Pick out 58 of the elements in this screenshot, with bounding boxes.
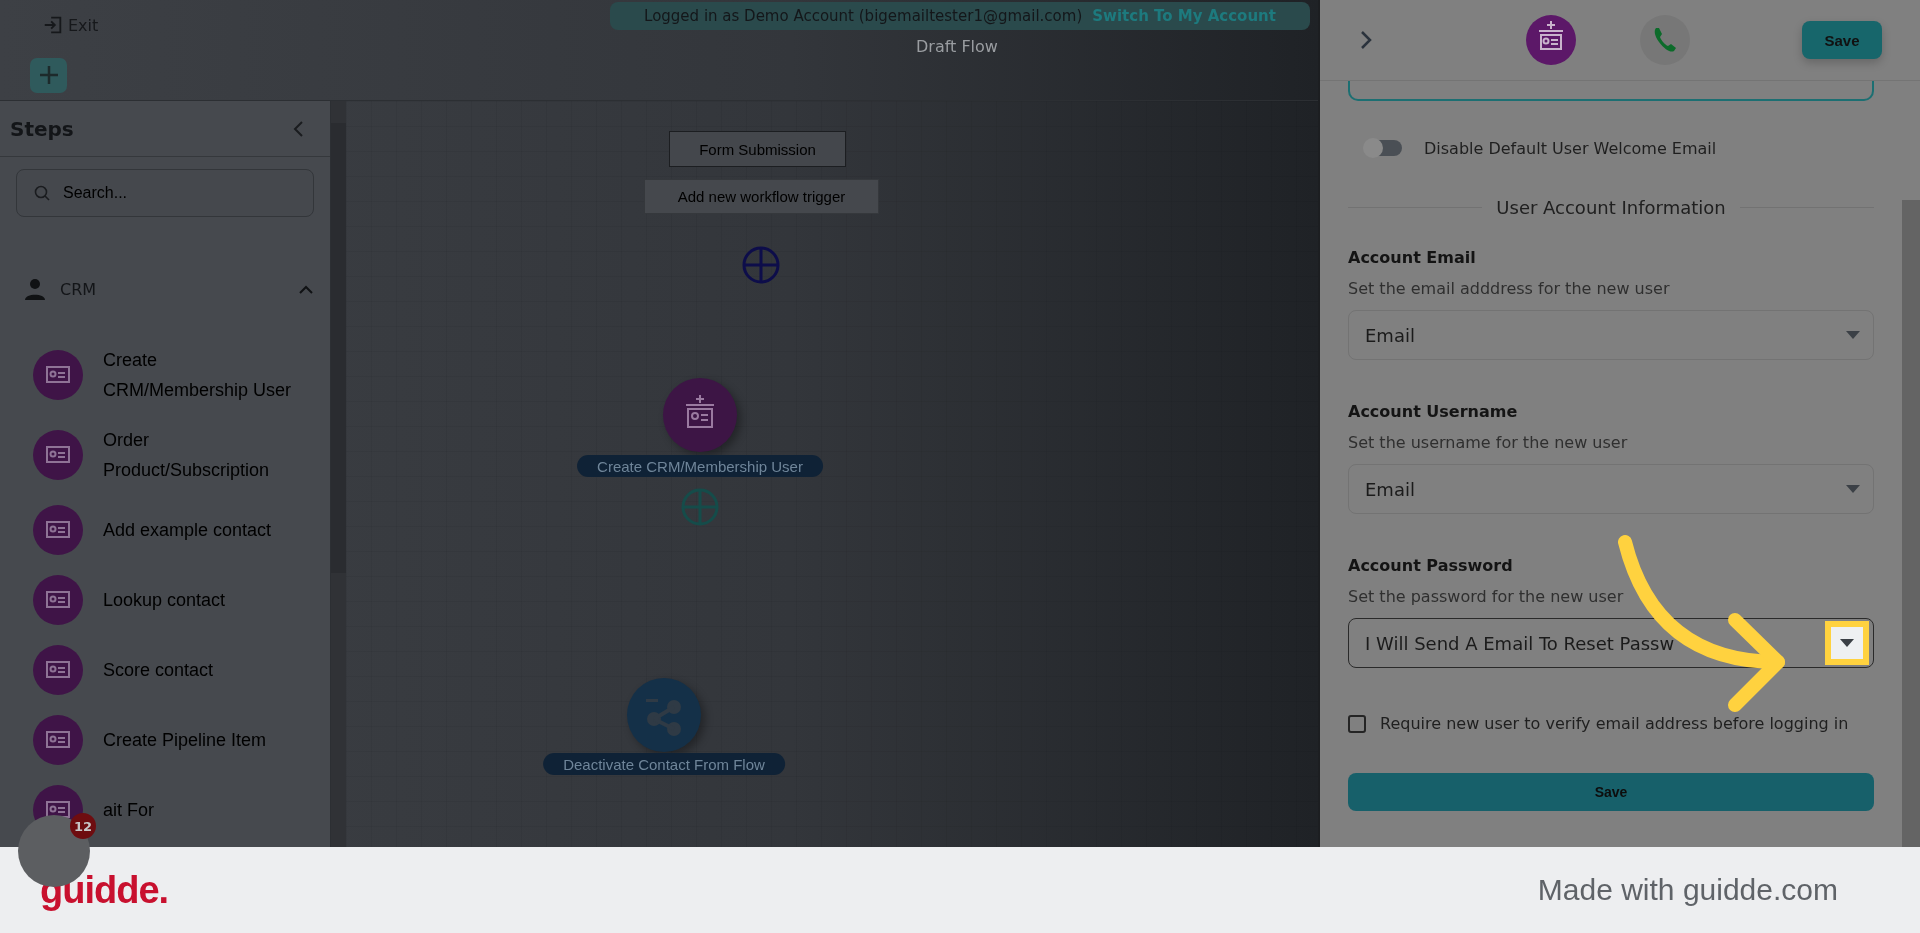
step-icon [33,645,83,695]
search-field[interactable]: Search... [16,169,314,217]
step-icon [33,715,83,765]
caret-icon [1840,639,1854,647]
step-label[interactable]: Create Pipeline Item [103,725,267,755]
node-label: Create CRM/Membership User [577,455,823,477]
caret-icon [1846,331,1860,339]
dropdown-caret[interactable] [1825,621,1869,665]
chevron-right-icon [1360,30,1372,50]
step-icon [33,505,83,555]
add-button[interactable] [30,57,67,93]
step-label[interactable]: Order Product/Subscription [103,425,303,485]
toggle-label: Disable Default User Welcome Email [1424,138,1717,158]
step-label[interactable]: Add example contact [103,515,272,545]
search-icon [34,185,50,201]
person-icon [24,278,46,300]
add-trigger-button[interactable]: Add new workflow trigger [644,179,879,214]
select-field[interactable]: Email [1348,310,1874,360]
collapse-button[interactable] [292,119,304,138]
field-description: Set the email adddress for the new user [1348,279,1671,298]
trigger-node[interactable]: Form Submission [669,131,846,167]
save-button[interactable]: Save [1802,21,1882,59]
select-field[interactable]: Email [1348,464,1874,514]
select-field[interactable]: I Will Send A Email To Reset Passw [1348,618,1874,668]
field-label: Account Username [1348,402,1519,421]
expand-button[interactable] [1360,30,1372,50]
save-button[interactable]: Save [1348,773,1874,811]
add-step-icon[interactable] [741,245,781,285]
node-label: Deactivate Contact From Flow [543,753,785,775]
brand-logo: guidde. [40,868,169,912]
chevron-up-icon [298,284,314,294]
step-icon [33,575,83,625]
checkbox[interactable] [1348,714,1366,733]
flow-node[interactable] [663,378,737,452]
caret-icon [1846,485,1860,493]
field-label: Account Password [1348,556,1514,575]
scrollbar[interactable] [1902,200,1920,847]
step-icon [33,430,83,480]
checkbox-label: Require new user to verify email address before logging in [1380,714,1849,733]
field-label: Account Email [1348,248,1477,267]
field-description: Set the password for the new user [1348,587,1625,606]
step-icon [33,350,83,400]
step-label[interactable]: Create CRM/Membership User [103,345,303,405]
field-description: Set the username for the new user [1348,433,1629,452]
scrollbar-thumb[interactable] [331,123,346,573]
phone-icon[interactable] [1640,15,1690,65]
id-card-icon[interactable] [1526,15,1576,65]
step-label[interactable]: Score contact [103,655,214,685]
flow-title: Draft Flow [916,37,998,56]
exit-icon [42,14,64,36]
plus-icon [38,65,59,85]
section-title: User Account Information [1496,197,1726,218]
chevron-left-icon [292,119,304,138]
step-label[interactable]: Lookup contact [103,585,226,615]
flow-node[interactable] [627,678,701,752]
add-step-icon[interactable] [680,487,720,527]
step-label[interactable]: ait For [103,795,154,825]
footer-tagline: Made with guidde.com [1537,873,1838,907]
